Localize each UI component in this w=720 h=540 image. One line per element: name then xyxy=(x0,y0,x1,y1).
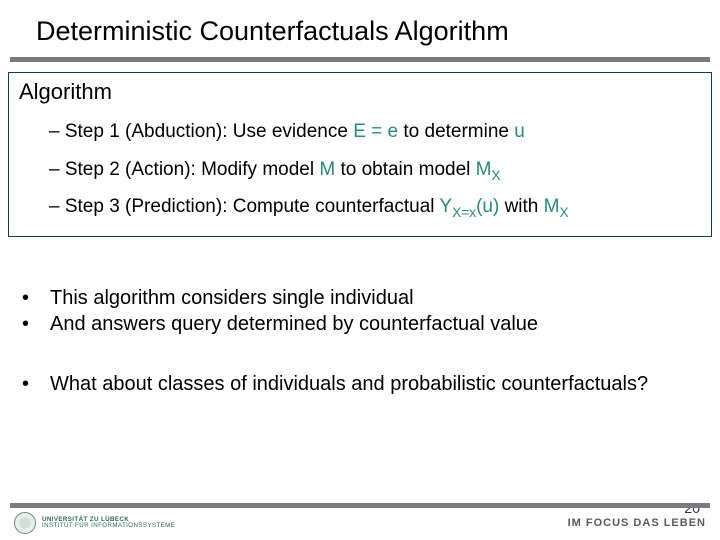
university-line2: INSTITUT FÜR INFORMATIONSSYSTEME xyxy=(42,523,175,530)
step-1-mid: to determine xyxy=(398,121,514,142)
step-3-Mx-base: M xyxy=(544,196,560,217)
slide-title: Deterministic Counterfactuals Algorithm xyxy=(0,0,720,57)
step-1-evidence: E = e xyxy=(353,121,398,142)
step-3: – Step 3 (Prediction): Compute counterfa… xyxy=(19,188,701,226)
footer-bar: UNIVERSITÄT ZU LÜBECK INSTITUT FÜR INFOR… xyxy=(0,512,720,540)
footer-rule xyxy=(10,503,710,508)
step-2-M: M xyxy=(319,159,335,180)
bullet-icon: • xyxy=(22,285,50,311)
step-1: – Step 1 (Abduction): Use evidence E = e… xyxy=(19,113,701,151)
note-2: • And answers query determined by counte… xyxy=(22,311,698,337)
algorithm-heading: Algorithm xyxy=(19,79,701,105)
step-3-Mx: MX xyxy=(544,196,569,217)
step-2-Mx-sub: X xyxy=(491,167,500,182)
algorithm-box: Algorithm – Step 1 (Abduction): Use evid… xyxy=(8,72,712,237)
step-3-Y-base: Y xyxy=(439,196,452,217)
notes: • This algorithm considers single indivi… xyxy=(22,285,698,398)
step-2: – Step 2 (Action): Modify model M to obt… xyxy=(19,151,701,189)
note-3-text: What about classes of individuals and pr… xyxy=(50,371,698,397)
step-1-lead: – Step 1 (Abduction): Use evidence xyxy=(49,121,353,142)
note-1: • This algorithm considers single indivi… xyxy=(22,285,698,311)
step-2-mid: to obtain model xyxy=(335,159,475,180)
step-3-mid: with xyxy=(499,196,543,217)
title-rule xyxy=(10,57,710,62)
step-3-Mx-sub: X xyxy=(559,205,568,220)
university-text: UNIVERSITÄT ZU LÜBECK INSTITUT FÜR INFOR… xyxy=(42,517,175,530)
note-3: • What about classes of individuals and … xyxy=(22,371,698,397)
bullet-icon: • xyxy=(22,311,50,337)
step-3-Y-tail: (u) xyxy=(476,196,499,217)
step-3-lead: – Step 3 (Prediction): Compute counterfa… xyxy=(49,196,439,217)
footer-slogan: IM FOCUS DAS LEBEN xyxy=(568,517,706,529)
step-3-Y-sub: X=x xyxy=(452,205,476,220)
step-2-Mx-base: M xyxy=(476,159,492,180)
university-seal-icon xyxy=(14,512,36,534)
step-2-Mx: MX xyxy=(476,159,501,180)
step-3-Y: YX=x(u) xyxy=(439,196,499,217)
university-mark: UNIVERSITÄT ZU LÜBECK INSTITUT FÜR INFOR… xyxy=(14,512,175,534)
bullet-icon: • xyxy=(22,371,50,397)
step-2-lead: – Step 2 (Action): Modify model xyxy=(49,159,319,180)
footer: UNIVERSITÄT ZU LÜBECK INSTITUT FÜR INFOR… xyxy=(0,503,720,540)
step-1-u: u xyxy=(514,121,525,142)
slide: Deterministic Counterfactuals Algorithm … xyxy=(0,0,720,540)
note-1-text: This algorithm considers single individu… xyxy=(50,285,698,311)
note-2-text: And answers query determined by counterf… xyxy=(50,311,698,337)
